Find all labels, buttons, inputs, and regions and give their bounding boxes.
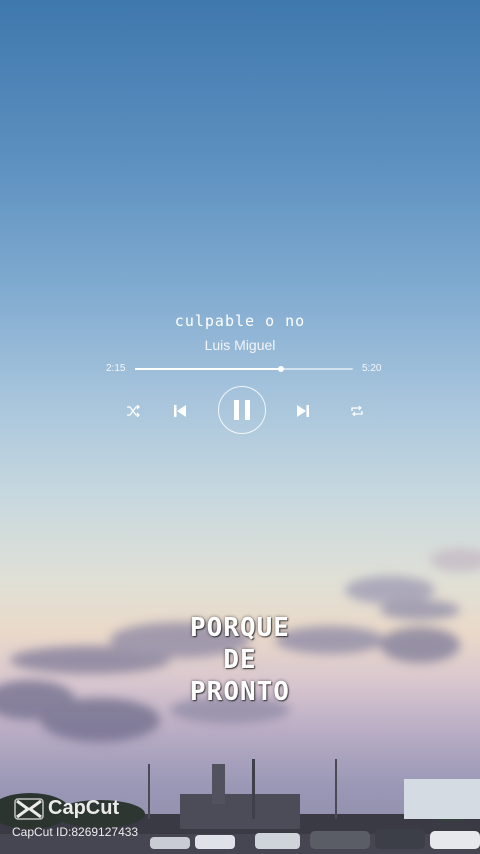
progress-bar[interactable] [135, 366, 353, 372]
lyric-line: PORQUE [190, 613, 290, 643]
song-title: culpable o no [174, 312, 306, 330]
repeat-button[interactable] [348, 402, 366, 420]
lyric-line: DE [223, 645, 257, 675]
capcut-logo-icon [14, 797, 44, 820]
skip-next-icon [297, 405, 309, 417]
repeat-icon [351, 405, 363, 417]
next-button[interactable] [294, 402, 312, 420]
previous-button[interactable] [171, 402, 189, 420]
capcut-brand: CapCut [48, 797, 120, 819]
artist-name: Luis Miguel [204, 337, 276, 353]
capcut-watermark: CapCut [14, 797, 119, 820]
total-time: 5:20 [362, 363, 382, 374]
progress-knob[interactable] [278, 366, 285, 372]
lyric-line: PRONTO [190, 677, 290, 707]
progress-fill [135, 368, 282, 370]
pause-button[interactable] [218, 386, 266, 434]
lyrics-overlay: PORQUE DE PRONTO [0, 612, 480, 708]
capcut-id: CapCut ID:8269127433 [12, 825, 139, 839]
skip-previous-icon [174, 405, 186, 417]
shuffle-icon [127, 405, 140, 417]
pause-icon [234, 400, 250, 420]
shuffle-button[interactable] [124, 402, 142, 420]
elapsed-time: 2:15 [106, 363, 126, 374]
